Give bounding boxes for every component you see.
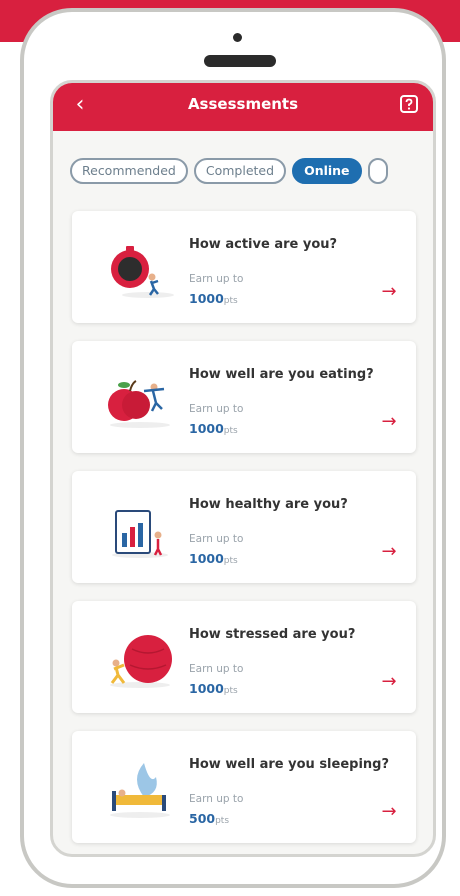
points-value: 1000 (189, 551, 224, 566)
arrow-right-icon[interactable]: → (378, 671, 400, 693)
earn-label: Earn up to (189, 273, 244, 285)
points-row: 1000pts (189, 418, 238, 437)
points-value: 1000 (189, 421, 224, 436)
assessment-card-healthy[interactable]: How healthy are you? Earn up to 1000pts … (72, 471, 416, 583)
arrow-right-icon[interactable]: → (378, 281, 400, 303)
chevron-left-icon: ‹ (75, 92, 85, 117)
assessment-card-eating[interactable]: How well are you eating? Earn up to 1000… (72, 341, 416, 453)
app-screen: ‹ Assessments Recommended Completed Online… (50, 80, 436, 857)
assessment-title: How well are you eating? (189, 367, 374, 382)
bed-moon-icon (110, 763, 170, 818)
arrow-right-icon[interactable]: → (378, 801, 400, 823)
assessment-title: How active are you? (189, 237, 338, 252)
help-button[interactable] (399, 94, 419, 114)
tab-completed[interactable]: Completed (193, 158, 287, 184)
assessment-title: How stressed are you? (189, 627, 356, 642)
points-value: 500 (189, 811, 216, 826)
stress-ball-icon (110, 635, 172, 688)
tab-bar: Recommended Completed Online (70, 158, 433, 186)
apple-icon (108, 380, 170, 428)
app-header: ‹ Assessments (53, 83, 433, 131)
assessment-title: How healthy are you? (189, 497, 348, 512)
arrow-right-icon[interactable]: → (378, 541, 400, 563)
page-title: Assessments (187, 95, 299, 113)
earn-label: Earn up to (189, 403, 244, 415)
back-button[interactable]: ‹ (67, 92, 93, 118)
points-unit: pts (223, 686, 238, 696)
camera-dot (233, 33, 242, 42)
health-chart-icon (112, 510, 168, 558)
earn-label: Earn up to (189, 663, 244, 675)
points-row: 1000pts (189, 548, 238, 567)
assessment-title: How well are you sleeping? (189, 757, 390, 772)
points-row: 1000pts (189, 288, 238, 307)
points-unit: pts (223, 426, 238, 436)
points-unit: pts (215, 816, 230, 826)
arrow-right-icon[interactable]: → (378, 411, 400, 433)
points-unit: pts (223, 296, 238, 306)
points-row: 1000pts (189, 678, 238, 697)
earn-label: Earn up to (189, 533, 244, 545)
tab-online[interactable]: Online (292, 158, 362, 184)
points-row: 500pts (189, 808, 229, 827)
tab-more[interactable] (367, 158, 388, 184)
points-value: 1000 (189, 681, 224, 696)
assessment-card-stressed[interactable]: How stressed are you? Earn up to 1000pts… (72, 601, 416, 713)
help-icon (400, 95, 418, 113)
points-unit: pts (223, 556, 238, 566)
points-value: 1000 (189, 291, 224, 306)
assessment-card-sleeping[interactable]: How well are you sleeping? Earn up to 50… (72, 731, 416, 843)
assessment-card-active[interactable]: How active are you? Earn up to 1000pts → (72, 211, 416, 323)
speaker-grille (204, 55, 276, 67)
tab-recommended[interactable]: Recommended (70, 158, 188, 184)
earn-label: Earn up to (189, 793, 244, 805)
stopwatch-runner-icon (111, 246, 174, 298)
